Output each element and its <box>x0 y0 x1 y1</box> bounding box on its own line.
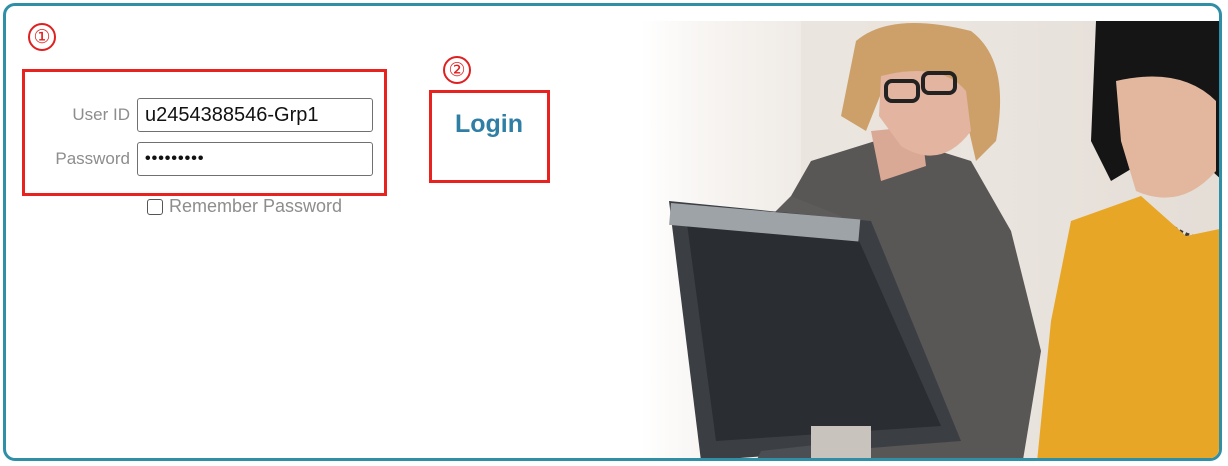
user-id-row: User ID u2454388546-Grp1 <box>24 98 373 132</box>
password-input[interactable]: ••••••••• <box>137 142 373 176</box>
photo-two-women-icon <box>669 21 1219 458</box>
hero-image <box>641 21 1219 458</box>
step-2-marker: ② <box>443 56 471 84</box>
step-1-marker: ① <box>28 23 56 51</box>
remember-password-label[interactable]: Remember Password <box>169 196 342 217</box>
remember-password-checkbox[interactable] <box>147 198 163 215</box>
credentials-highlight-box <box>22 69 387 196</box>
remember-password-row[interactable]: Remember Password <box>147 196 342 217</box>
user-id-label: User ID <box>72 105 130 124</box>
login-button[interactable]: Login <box>438 110 540 139</box>
password-row: Password ••••••••• <box>24 142 373 176</box>
login-panel: ① ② User ID u2454388546-Grp1 Password ••… <box>3 3 1222 461</box>
user-id-input[interactable]: u2454388546-Grp1 <box>137 98 373 132</box>
password-label: Password <box>55 149 130 168</box>
